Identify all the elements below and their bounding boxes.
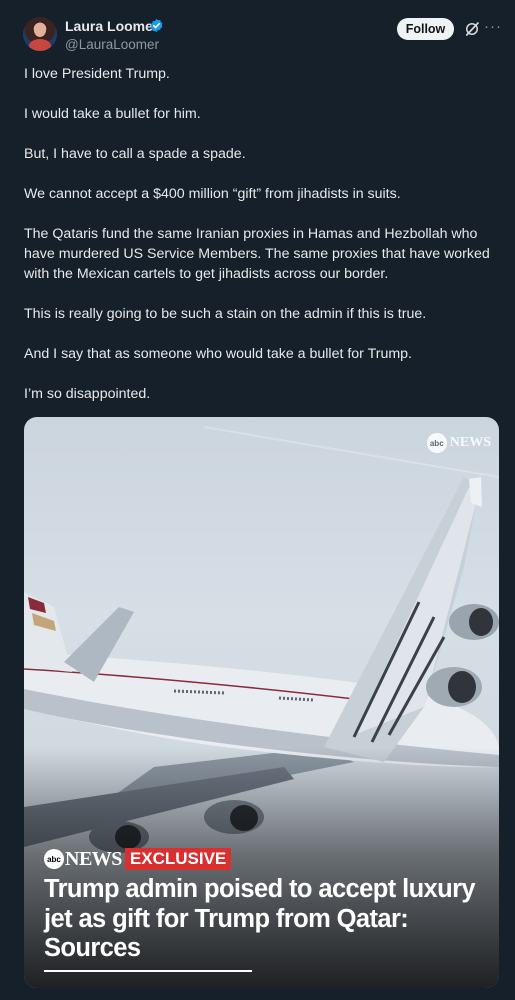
avatar-face xyxy=(34,23,46,37)
author-name[interactable]: Laura Loomer xyxy=(65,18,158,34)
follow-button[interactable]: Follow xyxy=(397,18,454,40)
post-paragraph: I would take a bullet for him. xyxy=(24,106,201,122)
more-options-icon[interactable]: ··· xyxy=(484,18,501,38)
post-paragraph: We cannot accept a $400 million “gift” f… xyxy=(24,186,401,202)
post-paragraph: But, I have to call a spade a spade. xyxy=(24,146,246,162)
headline-underline xyxy=(44,970,252,972)
post-paragraph: And I say that as someone who would take… xyxy=(24,346,413,362)
news-badge: abc NEWS EXCLUSIVE xyxy=(44,847,232,870)
post-paragraph: The Qataris fund the same Iranian proxie… xyxy=(24,226,490,282)
post-header: Laura Loomer @LauraLoomer Follow ··· xyxy=(0,0,515,60)
abc-news-watermark: abc NEWS xyxy=(426,433,491,453)
abc-logo-icon: abc xyxy=(426,433,447,453)
avatar-shirt xyxy=(29,39,51,51)
verified-badge-icon xyxy=(150,18,163,33)
grok-icon[interactable] xyxy=(463,20,481,38)
watermark-news-text: NEWS xyxy=(449,435,491,450)
post-paragraph: I’m so disappointed. xyxy=(24,386,151,402)
avatar[interactable] xyxy=(23,17,57,51)
abc-logo-icon: abc xyxy=(44,849,64,869)
image-headline: Trump admin poised to accept luxury jet … xyxy=(44,875,476,962)
post-body: I love President Trump. I would take a b… xyxy=(24,64,499,424)
post-paragraph: This is really going to be such a stain … xyxy=(24,306,427,322)
attached-image[interactable]: abc NEWS abc NEWS EXCLUSIVE Trump admin … xyxy=(24,417,499,988)
author-handle[interactable]: @LauraLoomer xyxy=(65,37,159,52)
exclusive-badge: EXCLUSIVE xyxy=(124,848,232,870)
news-label: NEWS xyxy=(65,847,122,870)
post-paragraph: I love President Trump. xyxy=(24,66,170,82)
